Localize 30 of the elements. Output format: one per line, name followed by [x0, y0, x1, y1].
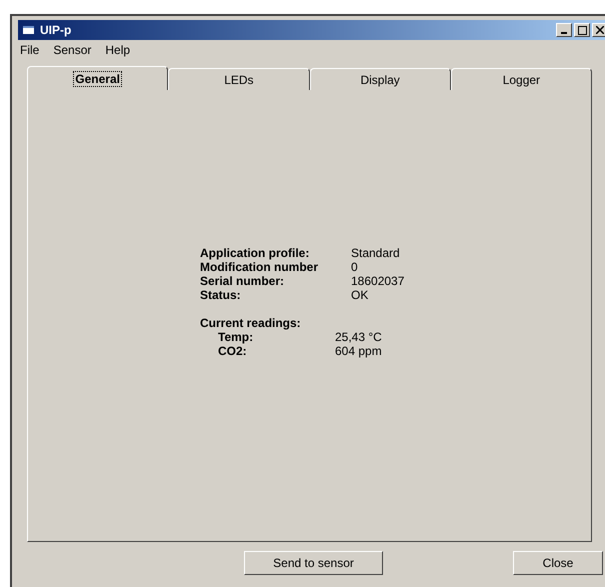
field-value: 0: [351, 260, 358, 274]
close-button[interactable]: [592, 23, 605, 37]
reading-label: Temp:: [218, 330, 254, 344]
field-value: OK: [351, 288, 368, 302]
tab[interactable]: Logger: [450, 68, 592, 90]
tab[interactable]: Display: [310, 68, 451, 90]
field-label: Status:: [200, 288, 242, 302]
menu-item[interactable]: Help: [105, 41, 130, 59]
menu-item[interactable]: File: [20, 41, 40, 59]
window-icon: [22, 24, 36, 36]
field-value: 18602037: [351, 274, 404, 288]
field-label: Modification number: [200, 260, 319, 274]
reading-label: CO2:: [218, 344, 248, 358]
reading-value: 25,43 °C: [335, 330, 382, 344]
field-value: Standard: [351, 246, 400, 260]
menu-item[interactable]: Sensor: [53, 41, 92, 59]
close-icon: [596, 26, 604, 34]
close-dialog-button[interactable]: Close: [513, 551, 603, 575]
minimize-icon: [561, 32, 567, 34]
window-title: UIP-p: [40, 22, 72, 39]
maximize-button[interactable]: [574, 23, 590, 37]
maximize-icon: [578, 26, 586, 34]
section-heading: Current readings:: [200, 316, 302, 330]
send-button[interactable]: Send to sensor: [244, 551, 383, 575]
field-label: Serial number:: [200, 274, 286, 288]
tab[interactable]: General: [27, 66, 168, 90]
reading-value: 604 ppm: [335, 344, 382, 358]
minimize-button[interactable]: [556, 23, 572, 37]
tab[interactable]: LEDs: [168, 68, 310, 90]
field-label: Application profile:: [200, 246, 310, 260]
